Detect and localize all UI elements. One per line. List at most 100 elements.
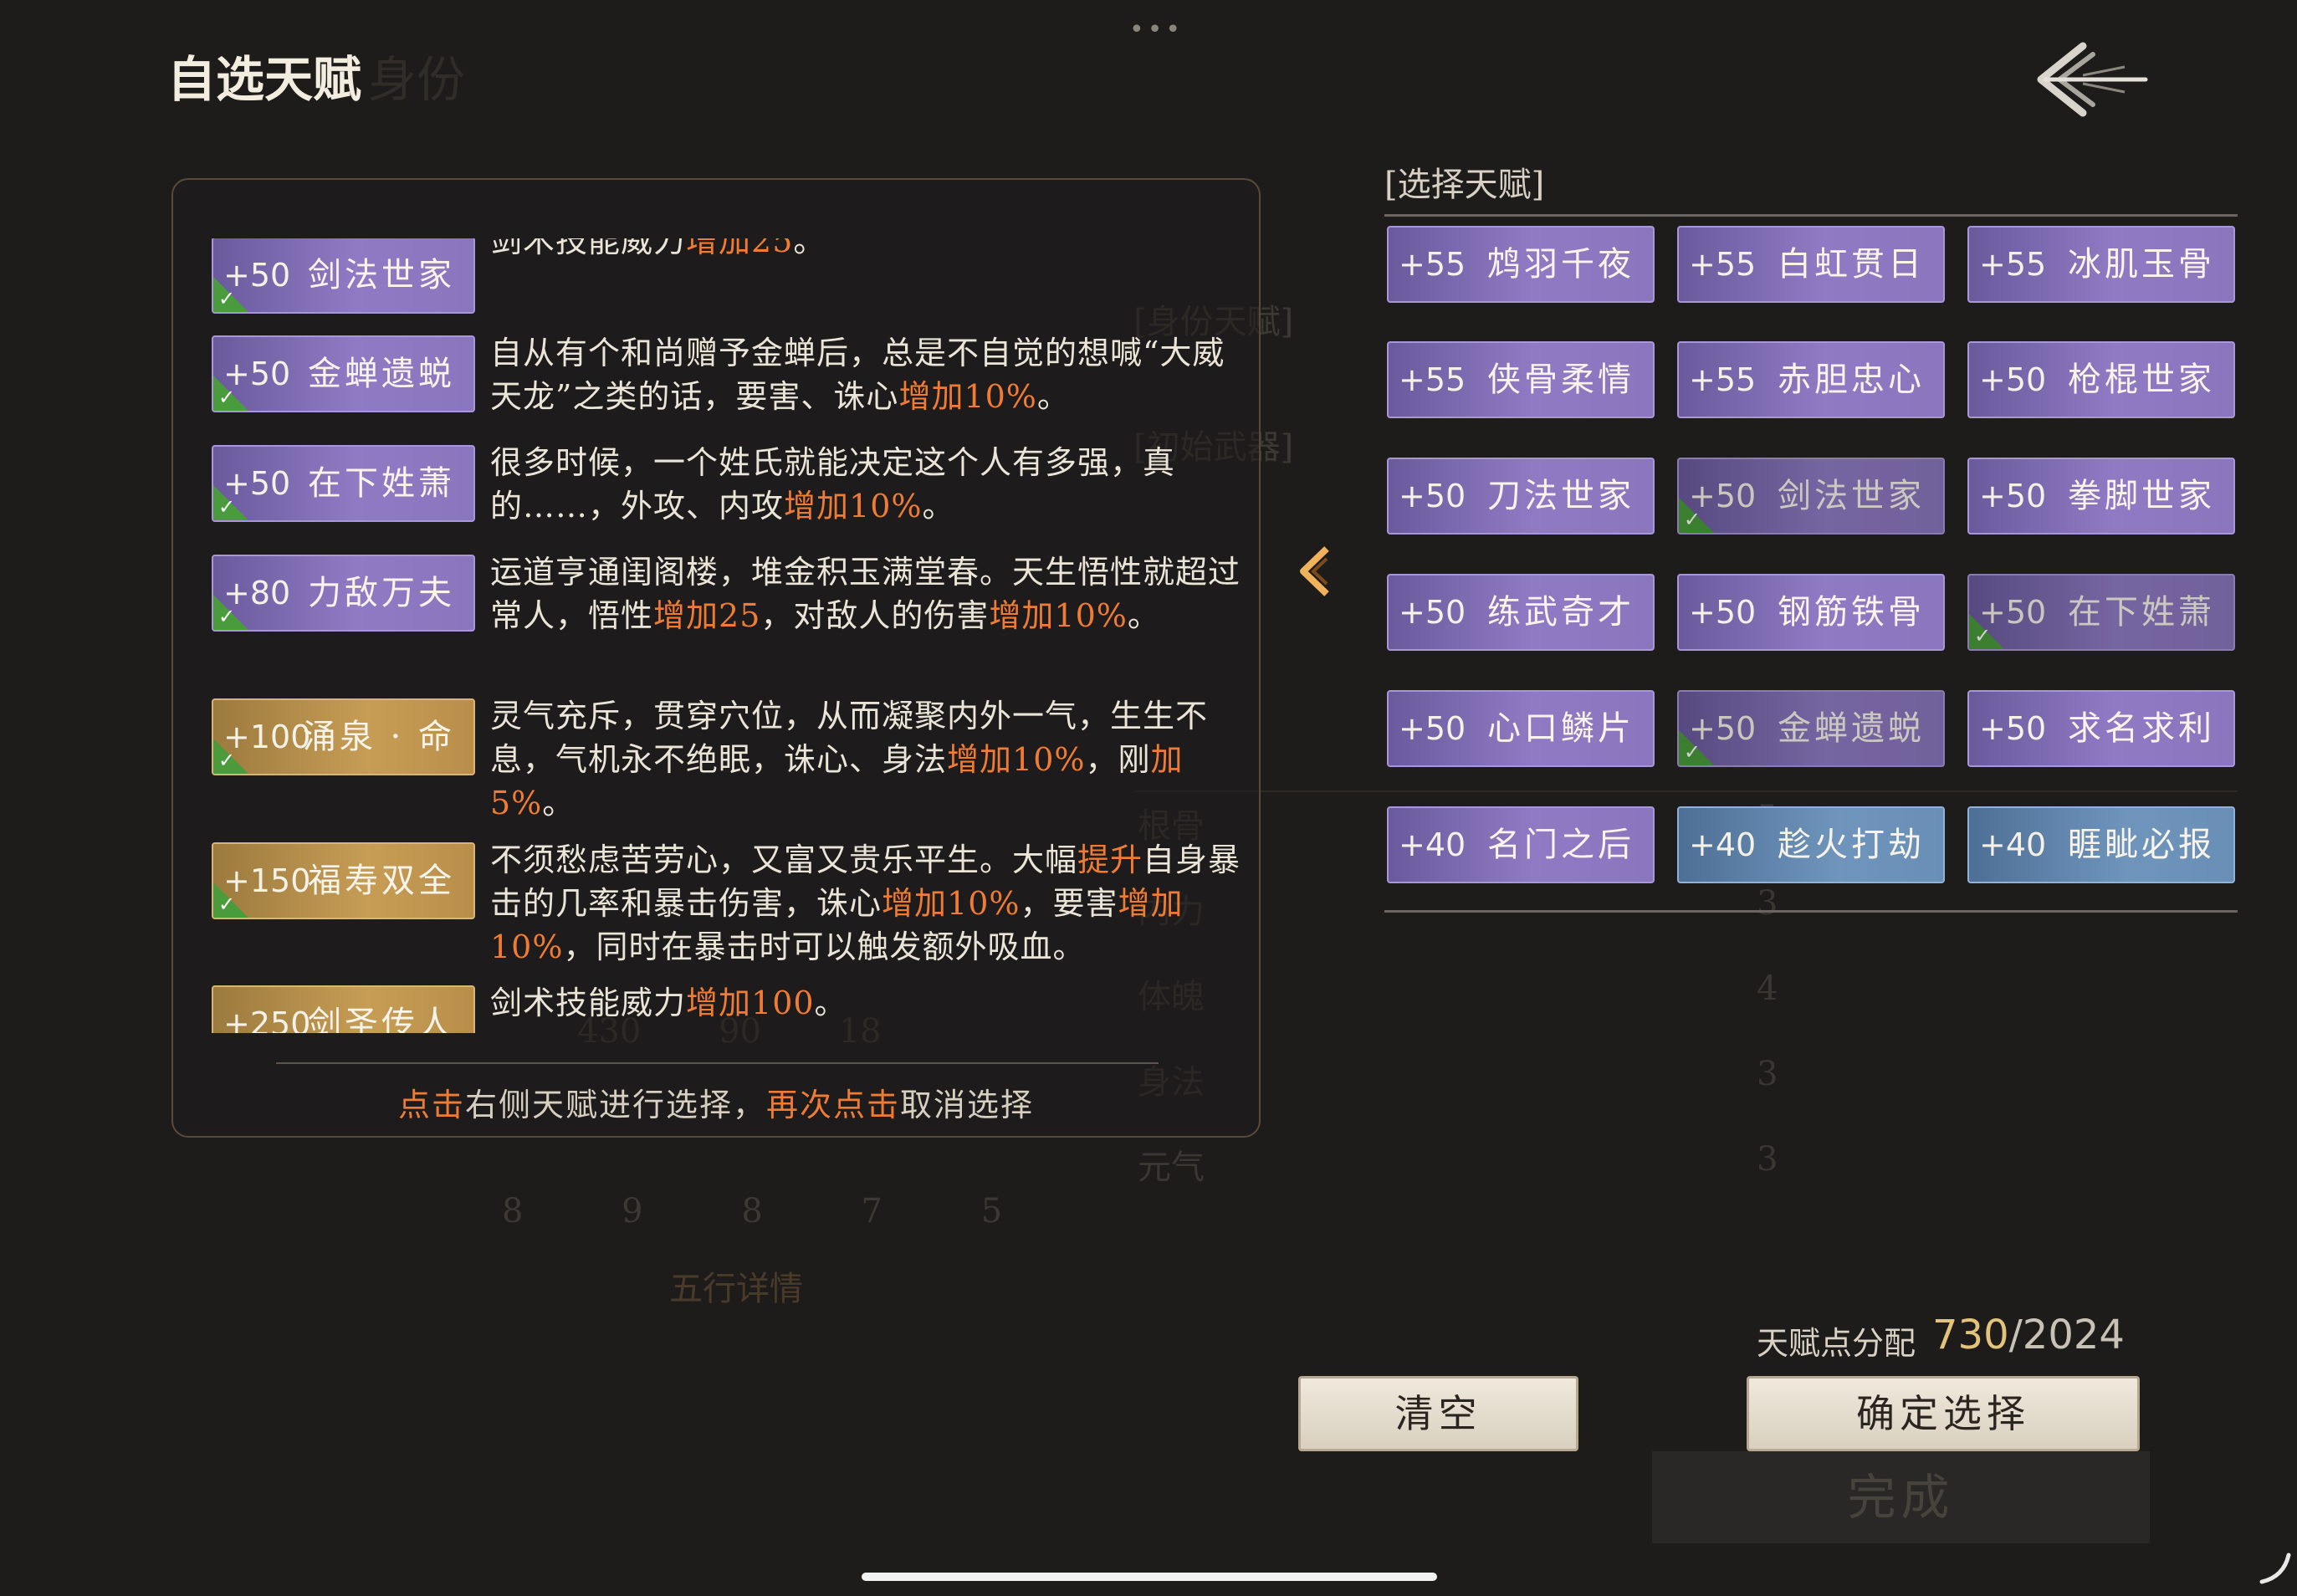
talent-card[interactable]: +50 练武奇才 [1387,574,1655,651]
talent-option[interactable]: +50 拳脚世家 [1967,458,2235,535]
talent-option[interactable]: +50 枪棍世家 [1967,341,2235,418]
talent-name: 赤胆忠心 [1778,361,1925,399]
select-title-divider [1384,214,2238,217]
talent-option[interactable]: +50 金蝉遗蜕 ✓ [1677,690,1945,767]
talent-option[interactable]: +50 心口鳞片 [1387,690,1655,767]
text-segment: 。 [814,985,847,1021]
talent-option[interactable]: +50 钢筋铁骨 [1677,574,1945,651]
talent-points: +55 [1689,361,1757,398]
selected-talent-card[interactable]: +100 涌泉 · 命 ✓ [212,698,475,775]
talent-description: 剑术技能威力增加25。 [490,238,1243,263]
text-segment: 。 [793,238,826,259]
talent-name: 剑法世家 [1778,477,1925,515]
talent-card[interactable]: +55 白虹贯日 [1677,226,1945,303]
talent-name: 白虹贯日 [1778,245,1925,284]
done-button-ghost: 完成 [1652,1451,2150,1543]
talent-card[interactable]: +50 刀法世家 [1387,458,1655,535]
talent-points: +55 [1689,246,1757,283]
check-icon: ✓ [218,386,236,409]
selected-talent-card[interactable]: +150 福寿双全 ✓ [212,842,475,919]
talent-card[interactable]: +40 趁火打劫 [1677,806,1945,883]
check-icon: ✓ [218,287,236,310]
talent-option[interactable]: +50 剑法世家 ✓ [1677,458,1945,535]
talent-option[interactable]: +40 睚眦必报 [1967,806,2235,883]
talent-description: 灵气充斥，贯穿穴位，从而凝聚内外一气，生生不息，气机永不绝眠，诛心、身法增加10… [490,694,1243,825]
points-value: 730/2024 [1932,1312,2125,1358]
ghost-stat-row: 元气 3 [1138,1140,2225,1189]
selected-talent-card[interactable]: +50 在下姓萧 ✓ [212,445,475,522]
ghost-stat-row: 身法3 [1138,1055,2225,1103]
back-arrow-icon[interactable] [2033,33,2150,125]
talent-name: 鸩羽千夜 [1487,245,1635,284]
check-icon: ✓ [1684,508,1701,531]
selected-talent-card[interactable]: +250 剑圣传人 [212,985,475,1033]
talent-points: +40 [1689,826,1757,863]
check-icon: ✓ [218,495,236,519]
corner-indicator-icon [2259,1553,2291,1584]
selected-talents-list[interactable]: +50 剑法世家 ✓ 剑术技能威力增加25。 +50 金蝉遗蜕 ✓ 自从有个和尚赠予金蝉后，总… [207,238,1249,1033]
more-dots-icon[interactable]: ••• [1129,15,1184,44]
talent-description: 自从有个和尚赠予金蝉后，总是不自觉的想喊“大威天龙”之类的话，要害、诛心增加10… [490,331,1243,418]
highlight-text: 点击 [397,1087,465,1123]
highlight-text: 增加10% [898,378,1037,415]
text-segment: 剑术技能威力 [490,985,687,1021]
talent-card[interactable]: +50 求名求利 [1967,690,2235,767]
ghost-number: 8 [741,1192,763,1230]
talent-option[interactable]: +50 刀法世家 [1387,458,1655,535]
talent-name: 在下姓萧 [308,464,455,503]
ghost-stat-row: 内力3 [1138,884,2225,933]
talent-card[interactable]: +50 拳脚世家 [1967,458,2235,535]
talent-option[interactable]: +55 赤胆忠心 [1677,341,1945,418]
talent-card[interactable]: +55 冰肌玉骨 [1967,226,2235,303]
ghost-number: 8 [502,1192,524,1230]
talent-option[interactable]: +55 鸩羽千夜 [1387,226,1655,303]
text-segment: ，对敌人的伤害 [760,597,990,634]
talent-name: 剑法世家 [308,256,455,294]
talent-option[interactable]: +55 冰肌玉骨 [1967,226,2235,303]
talent-card[interactable]: +50 在下姓萧 ✓ [1967,574,2235,651]
talent-name: 求名求利 [2068,709,2215,748]
talent-option[interactable]: +50 求名求利 [1967,690,2235,767]
talent-points: +55 [1979,246,2047,283]
clear-button[interactable]: 清空 [1298,1376,1578,1451]
talent-card[interactable]: +55 赤胆忠心 [1677,341,1945,418]
selected-talent-card[interactable]: +80 力敌万夫 ✓ [212,555,475,632]
talent-card[interactable]: +50 剑法世家 ✓ [1677,458,1945,535]
selected-talent-card[interactable]: +50 剑法世家 ✓ [212,238,475,314]
talent-card[interactable]: +50 枪棍世家 [1967,341,2235,418]
talent-points: +50 [1399,710,1466,747]
points-label: 天赋点分配 [1757,1325,1916,1362]
talent-name: 在下姓萧 [2068,593,2215,632]
ghost-stat-value: 3 [1757,1140,1778,1179]
confirm-selection-button[interactable]: 确定选择 [1747,1376,2140,1451]
check-icon: ✓ [218,749,236,772]
talent-points: +50 [1399,594,1466,631]
wuxing-link-ghost: 五行详情 [669,1270,803,1308]
points-current: 730 [1932,1312,2009,1358]
talent-card[interactable]: +55 鸩羽千夜 [1387,226,1655,303]
talent-card[interactable]: +55 侠骨柔情 [1387,341,1655,418]
talent-name: 刀法世家 [1487,477,1635,515]
talent-card[interactable]: +50 心口鳞片 [1387,690,1655,767]
talent-option[interactable]: +50 练武奇才 [1387,574,1655,651]
talent-name: 名门之后 [1487,826,1635,864]
home-indicator[interactable] [862,1573,1437,1581]
talent-card[interactable]: +50 钢筋铁骨 [1677,574,1945,651]
selected-talent-card[interactable]: +50 金蝉遗蜕 ✓ [212,335,475,412]
talent-option[interactable]: +50 在下姓萧 ✓ [1967,574,2235,651]
text-segment: ，刚 [1085,741,1151,778]
chevron-left-icon[interactable] [1295,544,1333,599]
talent-name: 剑圣传人 [308,1005,455,1033]
talent-option[interactable]: +55 侠骨柔情 [1387,341,1655,418]
talent-option[interactable]: +55 白虹贯日 [1677,226,1945,303]
talent-card[interactable]: +40 名门之后 [1387,806,1655,883]
text-segment: 。 [542,785,576,821]
text-segment: 不须愁虑苦劳心，又富又贵乐平生。大幅 [490,841,1078,878]
talent-grid-divider [1384,910,2238,913]
text-segment: 取消选择 [900,1087,1035,1123]
talent-card[interactable]: +50 金蝉遗蜕 ✓ [1677,690,1945,767]
talent-option[interactable]: +40 趁火打劫 [1677,806,1945,883]
select-talent-title: [选择天赋] [1384,166,1545,204]
talent-card[interactable]: +40 睚眦必报 [1967,806,2235,883]
talent-option[interactable]: +40 名门之后 [1387,806,1655,883]
